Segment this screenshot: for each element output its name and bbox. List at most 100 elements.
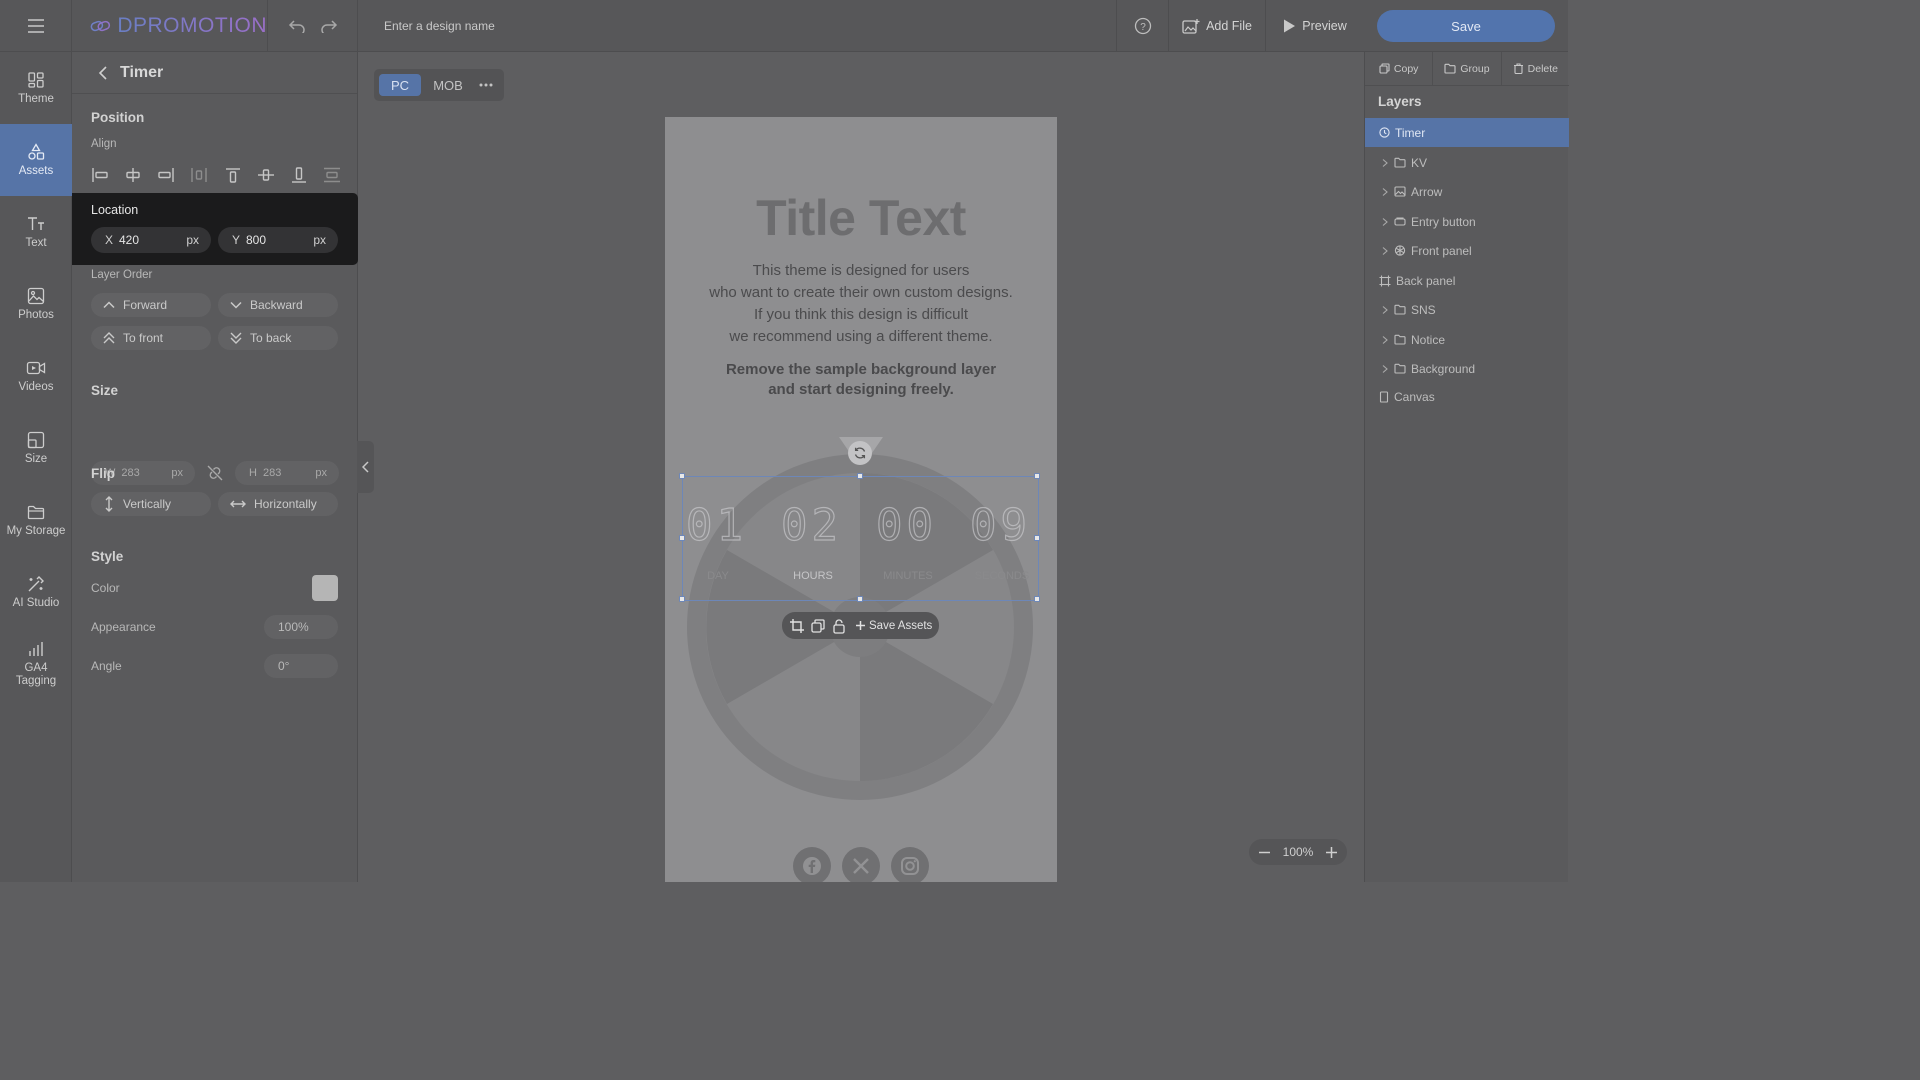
undo-icon[interactable] <box>288 19 306 33</box>
resize-handle[interactable] <box>857 596 863 602</box>
save-assets-button[interactable]: Save Assets <box>855 620 932 632</box>
zoom-in-icon[interactable] <box>1325 846 1338 859</box>
height-field[interactable]: H 283 px <box>235 461 339 485</box>
layer-item-sns[interactable]: SNS <box>1365 295 1569 324</box>
resize-handle[interactable] <box>857 473 863 479</box>
layer-item-kv[interactable]: KV <box>1365 148 1569 177</box>
nav-photos[interactable]: Photos <box>0 268 72 340</box>
props-title: Timer <box>120 63 164 81</box>
resize-handle[interactable] <box>1034 535 1040 541</box>
to-front-button[interactable]: To front <box>91 326 211 350</box>
angle-input[interactable]: 0° <box>264 654 338 678</box>
folder-icon <box>1394 157 1406 168</box>
layer-item-canvas[interactable]: Canvas <box>1365 382 1569 411</box>
flip-horizontally-button[interactable]: Horizontally <box>218 492 338 516</box>
design-desc-line: If you think this design is difficult <box>754 306 968 323</box>
resize-handle[interactable] <box>679 596 685 602</box>
lock-icon[interactable] <box>831 618 847 634</box>
sns-x-icon[interactable] <box>842 847 880 882</box>
style-title: Style <box>91 549 124 564</box>
logo-mark-icon <box>90 20 111 32</box>
expand-chevron-icon[interactable] <box>1381 364 1389 374</box>
design-name-input[interactable] <box>384 17 784 35</box>
delete-label: Delete <box>1527 62 1558 75</box>
selection-box[interactable] <box>679 473 1040 602</box>
nav-theme[interactable]: Theme <box>0 52 72 124</box>
nav-assets[interactable]: Assets <box>0 124 72 196</box>
copy-label: Copy <box>1393 62 1419 75</box>
nav-theme-label: Theme <box>18 92 54 105</box>
design-desc-line: we recommend using a different theme. <box>729 328 993 345</box>
mob-view-button[interactable]: MOB <box>428 74 468 96</box>
distribute-v-icon[interactable] <box>323 167 341 183</box>
nav-size[interactable]: Size <box>0 412 72 484</box>
collapse-panel-button[interactable] <box>357 441 374 493</box>
sns-instagram-icon[interactable] <box>891 847 929 882</box>
expand-chevron-icon[interactable] <box>1381 305 1389 315</box>
align-right-icon[interactable] <box>157 167 175 183</box>
expand-chevron-icon[interactable] <box>1381 187 1389 197</box>
align-middle-icon[interactable] <box>257 167 275 183</box>
to-back-button[interactable]: To back <box>218 326 338 350</box>
layer-item-front-panel[interactable]: Front panel <box>1365 236 1569 265</box>
crop-icon[interactable] <box>789 618 805 634</box>
align-left-icon[interactable] <box>91 167 109 183</box>
help-button[interactable]: ? <box>1116 0 1168 52</box>
layer-item-background[interactable]: Background <box>1365 354 1569 383</box>
redo-icon[interactable] <box>320 19 338 33</box>
backward-button[interactable]: Backward <box>218 293 338 317</box>
group-button[interactable]: Group <box>1433 52 1502 85</box>
assets-icon <box>28 142 45 160</box>
flip-vertically-button[interactable]: Vertically <box>91 492 211 516</box>
duplicate-icon[interactable] <box>810 618 826 634</box>
align-bottom-icon[interactable] <box>290 167 308 183</box>
nav-ga4-tagging[interactable]: GA4 Tagging <box>0 628 72 700</box>
zoom-out-icon[interactable] <box>1258 846 1271 859</box>
nav-text[interactable]: Text <box>0 196 72 268</box>
distribute-h-icon[interactable] <box>190 167 208 183</box>
appearance-input[interactable]: 100% <box>264 615 338 639</box>
backward-label: Backward <box>250 298 303 312</box>
brand-logo[interactable]: DPROMOTION <box>72 0 268 52</box>
rotate-handle[interactable] <box>848 441 872 465</box>
expand-chevron-icon[interactable] <box>1381 217 1389 227</box>
add-file-button[interactable]: Add File <box>1168 0 1265 52</box>
preview-button[interactable]: Preview <box>1265 0 1363 52</box>
copy-button[interactable]: Copy <box>1365 52 1434 85</box>
expand-chevron-icon[interactable] <box>1381 246 1389 256</box>
forward-button[interactable]: Forward <box>91 293 211 317</box>
pc-view-button[interactable]: PC <box>379 74 421 96</box>
delete-button[interactable]: Delete <box>1502 52 1569 85</box>
color-label: Color <box>91 581 120 595</box>
nav-assets-label: Assets <box>18 164 54 177</box>
expand-chevron-icon[interactable] <box>1381 335 1389 345</box>
width-value: 283 <box>121 467 140 479</box>
align-top-icon[interactable] <box>224 167 242 183</box>
layer-item-entry-button[interactable]: Entry button <box>1365 207 1569 236</box>
resize-handle[interactable] <box>679 473 685 479</box>
unlink-ratio-icon[interactable] <box>206 464 224 482</box>
layer-item-arrow[interactable]: Arrow <box>1365 177 1569 206</box>
resize-handle[interactable] <box>679 535 685 541</box>
layer-item-back-panel[interactable]: Back panel <box>1365 266 1569 295</box>
x-field[interactable]: X 420 px <box>91 227 211 253</box>
design-desc-line: who want to create their own custom desi… <box>709 284 1013 301</box>
expand-chevron-icon[interactable] <box>1381 158 1389 168</box>
nav-ai-studio[interactable]: AI Studio <box>0 556 72 628</box>
sns-facebook-icon[interactable] <box>793 847 831 882</box>
align-center-h-icon[interactable] <box>124 167 142 183</box>
y-field[interactable]: Y 800 px <box>218 227 338 253</box>
save-button[interactable]: Save <box>1377 10 1555 42</box>
menu-button[interactable] <box>0 0 72 52</box>
more-options-button[interactable] <box>474 74 498 96</box>
resize-handle[interactable] <box>1034 473 1040 479</box>
layer-label: SNS <box>1411 302 1436 317</box>
nav-my-storage[interactable]: My Storage <box>0 484 72 556</box>
frame-icon <box>1379 275 1391 286</box>
color-swatch[interactable] <box>312 575 338 601</box>
back-chevron-icon[interactable] <box>98 65 108 80</box>
nav-videos[interactable]: Videos <box>0 340 72 412</box>
layer-item-timer[interactable]: Timer <box>1365 118 1569 147</box>
resize-handle[interactable] <box>1034 596 1040 602</box>
layer-item-notice[interactable]: Notice <box>1365 325 1569 354</box>
